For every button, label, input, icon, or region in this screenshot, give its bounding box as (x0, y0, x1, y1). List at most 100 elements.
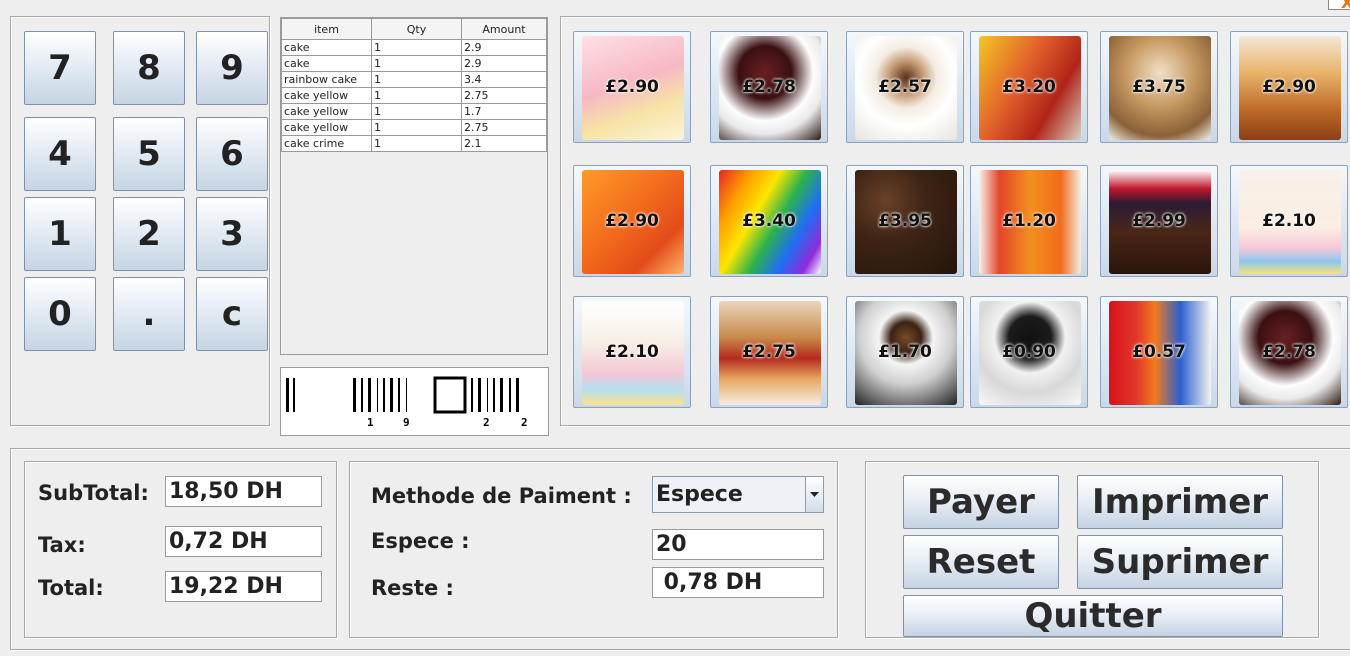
product-tile[interactable]: £3.20 (970, 31, 1088, 143)
table-row[interactable]: cake 1 2.9 (281, 39, 547, 56)
total-field[interactable]: 19,22 DH (165, 571, 322, 602)
product-price: £0.57 (1132, 342, 1186, 362)
product-price: £2.78 (1262, 342, 1316, 362)
item-cell: cake yellow (281, 87, 372, 104)
table-row[interactable]: rainbow cake 1 3.4 (281, 71, 547, 88)
tax-field[interactable]: 0,72 DH (165, 526, 322, 557)
product-tile[interactable]: £2.10 (1230, 165, 1348, 277)
reset-button[interactable]: Reset (903, 535, 1059, 589)
keypad-clear-button[interactable]: c (196, 277, 268, 351)
product-price: £2.10 (1262, 211, 1316, 231)
barcode-digit: 2 (483, 416, 490, 429)
product-price: £2.90 (605, 211, 659, 231)
order-table-panel: item Qty Amount cake 1 2.9 cake 1 2.9 rainbow … (280, 17, 548, 355)
print-button[interactable]: Imprimer (1077, 475, 1283, 529)
barcode-digit: 9 (403, 416, 410, 429)
amount-cell: 3.4 (461, 71, 547, 88)
product-price: £2.75 (742, 342, 796, 362)
product-price: £3.95 (878, 211, 932, 231)
product-price: £1.20 (1002, 211, 1056, 231)
amount-cell: 2.1 (461, 135, 547, 152)
change-label: Reste : (371, 576, 454, 600)
qty-cell: 1 (371, 71, 462, 88)
amount-cell: 2.9 (461, 39, 547, 56)
product-tile[interactable]: £3.75 (1100, 31, 1218, 143)
table-row[interactable]: cake 1 2.9 (281, 55, 547, 72)
keypad-key-6[interactable]: 6 (196, 117, 268, 191)
table-row[interactable]: cake yellow 1 2.75 (281, 87, 547, 104)
product-tile[interactable]: £2.57 (846, 31, 964, 143)
product-price: £3.20 (1002, 77, 1056, 97)
qty-cell: 1 (371, 87, 462, 104)
product-tile[interactable]: £2.78 (1230, 296, 1348, 408)
product-price: £2.78 (742, 77, 796, 97)
order-table[interactable]: item Qty Amount cake 1 2.9 cake 1 2.9 rainbow … (281, 18, 547, 152)
item-cell: cake crime (281, 135, 372, 152)
column-header-qty[interactable]: Qty (371, 18, 462, 40)
payment-method-select[interactable]: Espece (652, 476, 824, 513)
qty-cell: 1 (371, 39, 462, 56)
table-row[interactable]: cake yellow 1 2.75 (281, 119, 547, 136)
product-price: £2.57 (878, 77, 932, 97)
product-tile[interactable]: £2.10 (573, 296, 691, 408)
keypad-decimal-button[interactable]: . (113, 277, 185, 351)
keypad-key-8[interactable]: 8 (113, 31, 185, 105)
product-tile[interactable]: £1.20 (970, 165, 1088, 277)
product-tile[interactable]: £3.40 (710, 165, 828, 277)
product-price: £2.90 (1262, 77, 1316, 97)
amount-cell: 2.75 (461, 87, 547, 104)
table-row[interactable]: cake yellow 1 1.7 (281, 103, 547, 120)
close-icon[interactable]: X (1328, 0, 1350, 10)
product-tile[interactable]: £2.90 (1230, 31, 1348, 143)
column-header-item[interactable]: item (281, 18, 372, 40)
keypad-key-5[interactable]: 5 (113, 117, 185, 191)
qty-cell: 1 (371, 55, 462, 72)
item-cell: cake yellow (281, 119, 372, 136)
item-cell: cake (281, 55, 372, 72)
subtotal-label: SubTotal: (38, 481, 149, 505)
amount-cell: 1.7 (461, 103, 547, 120)
amount-cell: 2.9 (461, 55, 547, 72)
qty-cell: 1 (371, 135, 462, 152)
product-price: £1.70 (878, 342, 932, 362)
tax-label: Tax: (38, 533, 86, 557)
keypad-key-3[interactable]: 3 (196, 197, 268, 271)
barcode-digit: 1 (367, 416, 374, 429)
keypad-key-0[interactable]: 0 (24, 277, 96, 351)
product-tile[interactable]: £2.90 (573, 31, 691, 143)
product-tile[interactable]: £2.75 (710, 296, 828, 408)
chevron-down-icon[interactable] (805, 477, 823, 512)
item-cell: cake (281, 39, 372, 56)
product-tile[interactable]: £0.90 (970, 296, 1088, 408)
table-row[interactable]: cake crime 1 2.1 (281, 135, 547, 152)
product-tile[interactable]: £2.78 (710, 31, 828, 143)
product-price: £2.90 (605, 77, 659, 97)
pay-button[interactable]: Payer (903, 475, 1059, 529)
product-tile[interactable]: £3.95 (846, 165, 964, 277)
product-tile[interactable]: £1.70 (846, 296, 964, 408)
keypad-key-7[interactable]: 7 (24, 31, 96, 105)
product-price: £0.90 (1002, 342, 1056, 362)
column-header-amount[interactable]: Amount (461, 18, 547, 40)
item-cell: cake yellow (281, 103, 372, 120)
keypad-key-4[interactable]: 4 (24, 117, 96, 191)
product-tile[interactable]: £0.57 (1100, 296, 1218, 408)
quit-button[interactable]: Quitter (903, 595, 1283, 637)
amount-cell: 2.75 (461, 119, 547, 136)
product-price: £2.10 (605, 342, 659, 362)
product-tile[interactable]: £2.90 (573, 165, 691, 277)
product-tile[interactable]: £2.99 (1100, 165, 1218, 277)
product-price: £3.40 (742, 211, 796, 231)
subtotal-field[interactable]: 18,50 DH (165, 476, 322, 507)
product-price: £3.75 (1132, 77, 1186, 97)
barcode-panel: 1 9 2 2 (280, 367, 549, 436)
barcode-image: 1 9 2 2 (286, 376, 528, 429)
barcode-digit: 2 (521, 416, 528, 429)
cash-field[interactable]: 20 (652, 529, 824, 560)
change-field[interactable]: 0,78 DH (652, 567, 824, 598)
keypad-key-9[interactable]: 9 (196, 31, 268, 105)
keypad-key-2[interactable]: 2 (113, 197, 185, 271)
keypad-key-1[interactable]: 1 (24, 197, 96, 271)
payment-method-value: Espece (656, 482, 743, 507)
delete-button[interactable]: Suprimer (1077, 535, 1283, 589)
